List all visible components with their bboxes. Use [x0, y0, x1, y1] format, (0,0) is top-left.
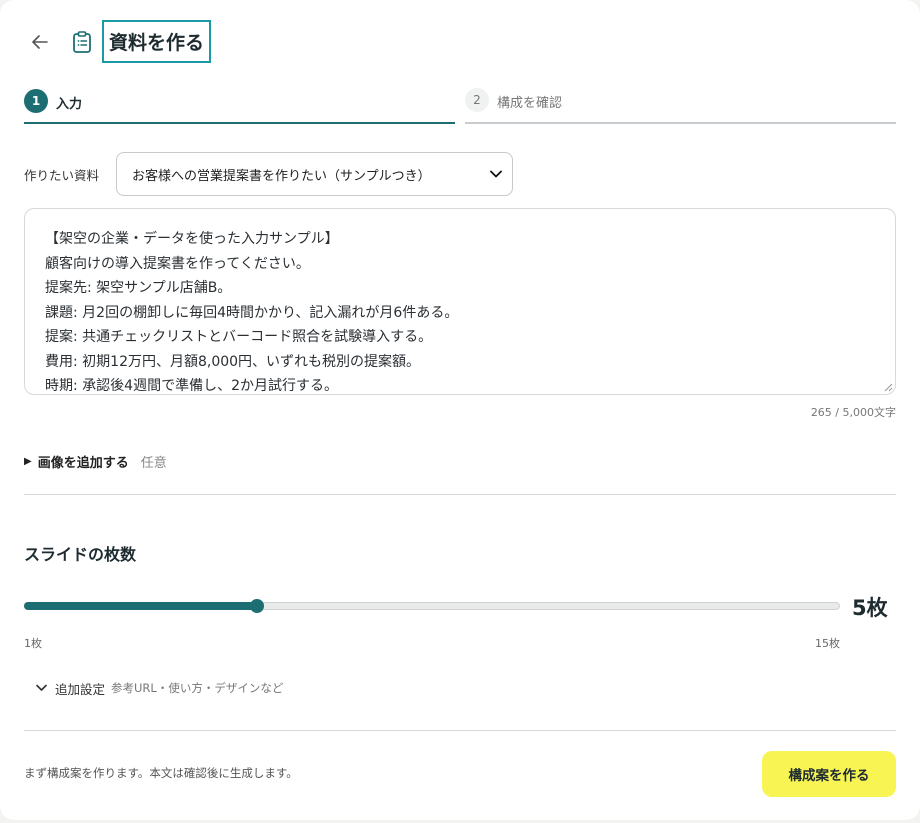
content-textarea[interactable]: 【架空の企業・データを使った入力サンプル】 顧客向けの導入提案書を作ってください…	[24, 208, 896, 395]
content-line: 提案先: 架空サンプル店舗B。	[45, 280, 232, 296]
slide-count-heading: スライドの枚数	[24, 545, 137, 564]
step-input: 1 入力	[24, 86, 455, 124]
document-type-label: 作りたい資料	[24, 167, 100, 183]
document-type-row: 作りたい資料 お客様への営業提案書を作りたい（サンプルつき）	[24, 152, 513, 196]
add-image-label: 画像を追加する	[37, 455, 129, 471]
slider-thumb[interactable]	[250, 599, 264, 613]
slider-max-label: 15枚	[815, 637, 840, 650]
content-line: 費用: 初期12万円、月額8,000円、いずれも税別の提案額。	[45, 353, 421, 370]
content-line: 課題: 月2回の棚卸しに毎回4時間かかり、記入漏れが月6件ある。	[45, 304, 459, 321]
step-confirm-structure: 2 構成を確認	[465, 86, 896, 124]
content-line: 提案: 共通チェックリストとバーコード照合を試験導入する。	[45, 329, 433, 345]
step-number: 1	[24, 89, 48, 113]
page-title: 資料を作る	[102, 20, 212, 63]
content-line: 時期: 承認後4週間で準備し、2か月試行する。	[45, 378, 338, 394]
chevron-down-icon	[490, 170, 502, 178]
footer-note: まず構成案を作ります。本文は確認後に生成します。	[24, 766, 298, 780]
chevron-down-icon	[36, 684, 47, 691]
slider-fill	[24, 602, 257, 610]
resize-grip-icon[interactable]	[883, 382, 893, 392]
clipboard-icon	[72, 20, 98, 63]
optional-tag: 任意	[140, 455, 167, 471]
slide-count-value: 5枚	[852, 596, 888, 620]
document-type-select[interactable]: お客様への営業提案書を作りたい（サンプルつき）	[116, 152, 513, 196]
slide-count-slider[interactable]	[24, 596, 840, 616]
step-label: 構成を確認	[497, 96, 563, 111]
create-document-panel: 資料を作る 1 入力 2 構成を確認 作りたい資料 お客様への営業提案書を作りた…	[0, 0, 920, 820]
step-label: 入力	[56, 97, 83, 112]
section-divider	[24, 494, 896, 495]
content-line: 【架空の企業・データを使った入力サンプル】	[45, 231, 339, 247]
back-button[interactable]	[24, 20, 58, 63]
advanced-settings-hint: 参考URL・使い方・デザインなど	[111, 681, 284, 695]
selected-option: お客様への営業提案書を作りたい（サンプルつき）	[132, 168, 431, 184]
arrow-left-icon	[32, 34, 48, 49]
step-number: 2	[465, 88, 489, 112]
advanced-settings-label: 追加設定	[55, 681, 106, 697]
add-image-toggle[interactable]: ▶ 画像を追加する 任意	[24, 451, 167, 471]
stepper: 1 入力 2 構成を確認	[24, 86, 896, 124]
content-line: 顧客向けの導入提案書を作ってください。	[45, 255, 310, 272]
slider-min-label: 1枚	[24, 637, 42, 650]
triangle-right-icon: ▶	[24, 455, 32, 467]
advanced-settings-toggle[interactable]: 追加設定 参考URL・使い方・デザインなど	[36, 679, 283, 697]
character-counter: 265 / 5,000文字	[810, 406, 896, 419]
create-outline-button[interactable]: 構成案を作る	[762, 751, 896, 797]
footer-divider	[24, 730, 896, 731]
page-header: 資料を作る	[24, 20, 212, 63]
